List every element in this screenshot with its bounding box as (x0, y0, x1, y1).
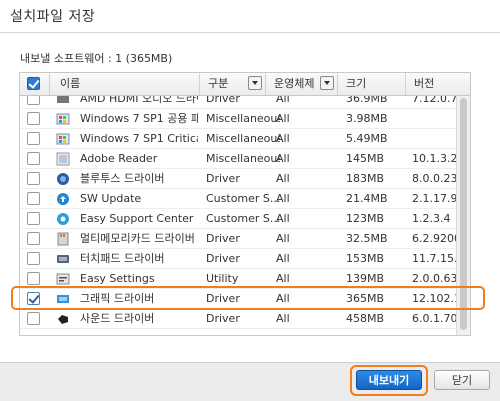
row-version: 8.0.0.230 (412, 172, 456, 185)
row-checkbox[interactable] (27, 152, 40, 165)
row-os: All (276, 132, 290, 145)
table-row[interactable]: Windows 7 SP1 Critical... MiscellaneousAl… (20, 129, 456, 149)
save-installer-dialog: 설치파일 저장 내보낼 소프트웨어 : 1 (365MB) 이름 구분 운영체제… (0, 0, 500, 401)
row-checkbox[interactable] (27, 192, 40, 205)
table-row[interactable]: SW Update Customer S... All 21.4MB 2.1.17.9 (20, 189, 456, 209)
row-size: 153MB (346, 252, 385, 265)
memory-card-icon (56, 232, 70, 246)
row-name: SW Update (80, 192, 142, 205)
row-os: All (276, 252, 290, 265)
row-type: Driver (206, 232, 240, 245)
row-size: 3.98MB (346, 112, 388, 125)
column-version-header[interactable]: 버전 (406, 73, 470, 95)
row-type: Miscellaneous (206, 112, 280, 125)
support-center-icon (56, 212, 70, 226)
row-version: 10.1.3.23 (412, 152, 456, 165)
adobe-reader-icon (56, 152, 70, 166)
title-divider (0, 32, 500, 33)
selected-row-highlight (11, 286, 485, 310)
dialog-title: 설치파일 저장 (10, 9, 96, 25)
windows-update-icon (56, 132, 70, 146)
row-type: Driver (206, 172, 240, 185)
select-all-checkbox[interactable] (27, 77, 40, 90)
row-checkbox[interactable] (27, 252, 40, 265)
row-checkbox[interactable] (27, 272, 40, 285)
row-version: 11.7.15.3 (412, 252, 456, 265)
table-row[interactable]: 터치패드 드라이버 Driver All 153MB 11.7.15.3 (20, 249, 456, 269)
export-summary: 내보낼 소프트웨어 : 1 (365MB) (20, 52, 173, 65)
export-button[interactable]: 내보내기 (356, 370, 422, 390)
table-header: 이름 구분 운영체제 크기 버전 (20, 73, 470, 96)
row-os: All (276, 232, 290, 245)
table-row[interactable]: Adobe Reader Miscellaneous All 145MB 10.1.3.… (20, 149, 456, 169)
row-checkbox[interactable] (27, 232, 40, 245)
header-select-all-cell (20, 73, 50, 95)
row-type: Miscellaneous (206, 132, 280, 145)
row-os: All (276, 112, 290, 125)
row-version: 2.1.17.9 (412, 192, 456, 205)
row-type: Driver (206, 252, 240, 265)
table-row[interactable]: Easy Support Center Customer S... All 123MB… (20, 209, 456, 229)
row-name: 블루투스 드라이버 (80, 172, 165, 185)
close-button[interactable]: 닫기 (434, 370, 490, 390)
row-size: 145MB (346, 152, 385, 165)
row-type: Driver (206, 312, 240, 325)
row-name: 사운드 드라이버 (80, 312, 155, 325)
row-os: All (276, 96, 290, 105)
row-os: All (276, 172, 290, 185)
row-os: All (276, 312, 290, 325)
row-checkbox[interactable] (27, 212, 40, 225)
settings-icon (56, 272, 70, 286)
row-size: 32.5MB (346, 232, 388, 245)
row-size: 5.49MB (346, 132, 388, 145)
row-name: Adobe Reader (80, 152, 158, 165)
row-version: 7.12.0.7 (412, 96, 456, 105)
table-row[interactable]: 멀티메모리카드 드라이버 Driver All 32.5MB 6.2.9200.30 (20, 229, 456, 249)
row-size: 21.4MB (346, 192, 388, 205)
table-row[interactable]: Windows 7 SP1 공용 패치 MiscellaneousAll 3.98M… (20, 109, 456, 129)
row-size: 458MB (346, 312, 385, 325)
row-name: 멀티메모리카드 드라이버 (80, 232, 195, 245)
row-os: All (276, 152, 290, 165)
row-checkbox[interactable] (27, 112, 40, 125)
os-filter-dropdown-icon[interactable] (320, 76, 334, 90)
bluetooth-icon (56, 172, 70, 186)
table-row[interactable]: 블루투스 드라이버 Driver All 183MB 8.0.0.230 (20, 169, 456, 189)
table-row[interactable]: 사운드 드라이버 Driver All 458MB 6.0.1.7032 (20, 309, 456, 329)
column-name-header[interactable]: 이름 (50, 73, 200, 95)
type-filter-dropdown-icon[interactable] (248, 76, 262, 90)
row-checkbox[interactable] (27, 132, 40, 145)
row-name: Easy Support Center (80, 212, 194, 225)
column-type-header[interactable]: 구분 (200, 73, 266, 95)
row-checkbox[interactable] (27, 312, 40, 325)
row-name: Windows 7 SP1 공용 패치 (80, 112, 198, 125)
driver-icon (56, 96, 70, 106)
row-version: 6.0.1.7032 (412, 312, 456, 325)
row-version: 1.2.3.4 (412, 212, 451, 225)
row-name: 터치패드 드라이버 (80, 252, 165, 265)
row-type: Miscellaneous (206, 152, 280, 165)
row-checkbox[interactable] (27, 96, 40, 105)
column-os-header[interactable]: 운영체제 (266, 73, 338, 95)
row-type: Customer S... (206, 192, 280, 205)
row-os: All (276, 212, 290, 225)
row-version: 6.2.9200.30 (412, 232, 456, 245)
windows-update-icon (56, 112, 70, 126)
row-size: 123MB (346, 212, 385, 225)
sw-update-icon (56, 192, 70, 206)
table-row[interactable]: AMD HDMI 오디오 드라이버 Driver All 36.9MB 7.12.0.7 (20, 96, 456, 109)
row-checkbox[interactable] (27, 172, 40, 185)
touchpad-icon (56, 252, 70, 266)
sound-icon (56, 312, 70, 326)
row-name: AMD HDMI 오디오 드라이버 (80, 96, 198, 105)
row-type: Driver (206, 96, 240, 105)
row-os: All (276, 192, 290, 205)
row-size: 183MB (346, 172, 385, 185)
row-name: Windows 7 SP1 Critical... (80, 132, 198, 145)
column-size-header[interactable]: 크기 (338, 73, 406, 95)
row-type: Customer S... (206, 212, 280, 225)
row-size: 36.9MB (346, 96, 388, 105)
